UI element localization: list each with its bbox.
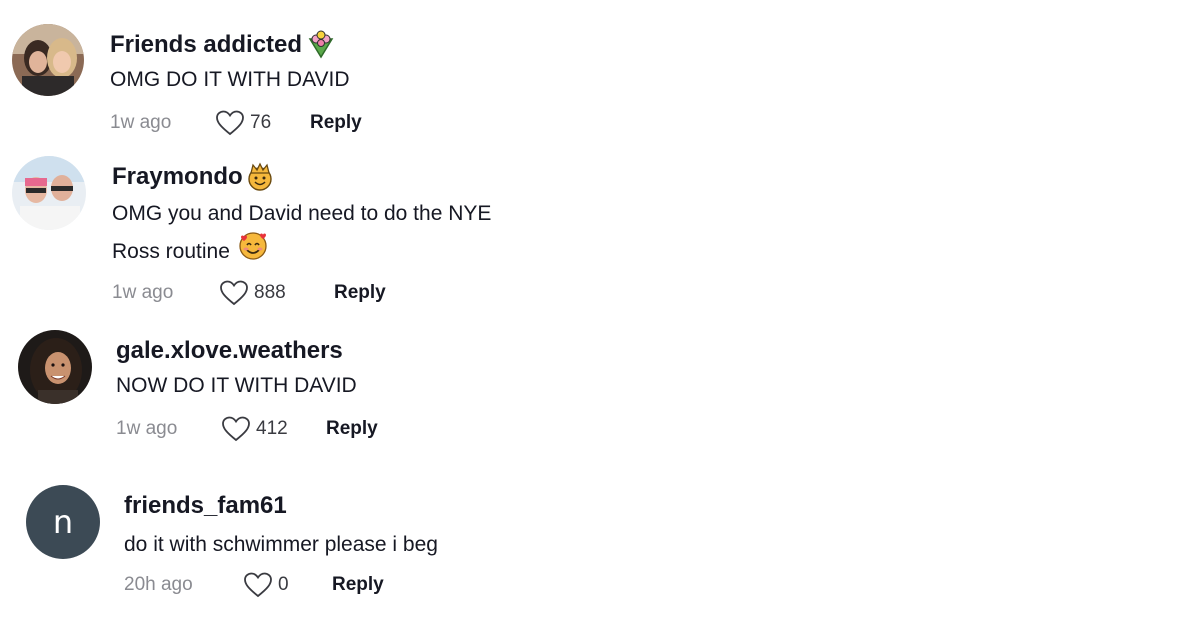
timestamp: 1w ago [110,112,172,133]
like-count: 0 [278,574,289,595]
timestamp: 1w ago [116,418,178,439]
reply-button[interactable]: Reply [326,418,378,440]
reply-button[interactable]: Reply [332,574,384,596]
username[interactable]: friends_fam61 [124,492,287,520]
username[interactable]: Friends addicted [110,30,336,60]
comment-text: OMG DO IT WITH DAVID [110,68,350,91]
like-count: 888 [254,282,286,303]
comment-item: n friends_fam61 do it with schwimmer ple… [0,460,1200,628]
reply-button[interactable]: Reply [334,282,386,304]
username[interactable]: gale.xlove.weathers [116,337,343,365]
comment-meta: 20h ago 0 Reply [124,572,384,598]
avatar[interactable] [12,156,86,230]
avatar[interactable]: n [26,485,100,559]
comment-text: NOW DO IT WITH DAVID [116,374,357,397]
like-button[interactable]: 412 [222,416,326,442]
like-button[interactable]: 0 [244,572,332,598]
comment-text: do it with schwimmer please i beg [124,533,438,556]
avatar[interactable] [18,330,92,404]
comment-list: Friends addicted OMG DO IT WITH DAVID 1w… [0,0,1200,628]
smiling-face-with-hearts-icon [238,231,268,272]
reply-button[interactable]: Reply [310,112,362,134]
crown-smiley-icon [245,162,275,192]
comment-item: gale.xlove.weathers NOW DO IT WITH DAVID… [0,320,1200,460]
like-button[interactable]: 888 [220,280,334,306]
timestamp: 1w ago [112,282,174,303]
heart-icon [222,416,250,442]
comment-meta: 1w ago 888 Reply [112,280,386,306]
comment-item: Friends addicted OMG DO IT WITH DAVID 1w… [0,0,1200,150]
heart-icon [216,110,244,136]
comment-meta: 1w ago 76 Reply [110,110,362,136]
bouquet-icon [306,30,336,60]
username[interactable]: Fraymondo [112,162,275,192]
like-count: 76 [250,112,272,133]
heart-icon [220,280,248,306]
like-button[interactable]: 76 [216,110,310,136]
like-count: 412 [256,418,288,439]
avatar[interactable] [12,24,84,96]
comment-item: Fraymondo OMG you and David need to do t… [0,150,1200,320]
comment-text: OMG you and David need to do the NYE Ros… [112,197,491,272]
heart-icon [244,572,272,598]
comment-meta: 1w ago 412 Reply [116,416,378,442]
timestamp: 20h ago [124,574,193,595]
